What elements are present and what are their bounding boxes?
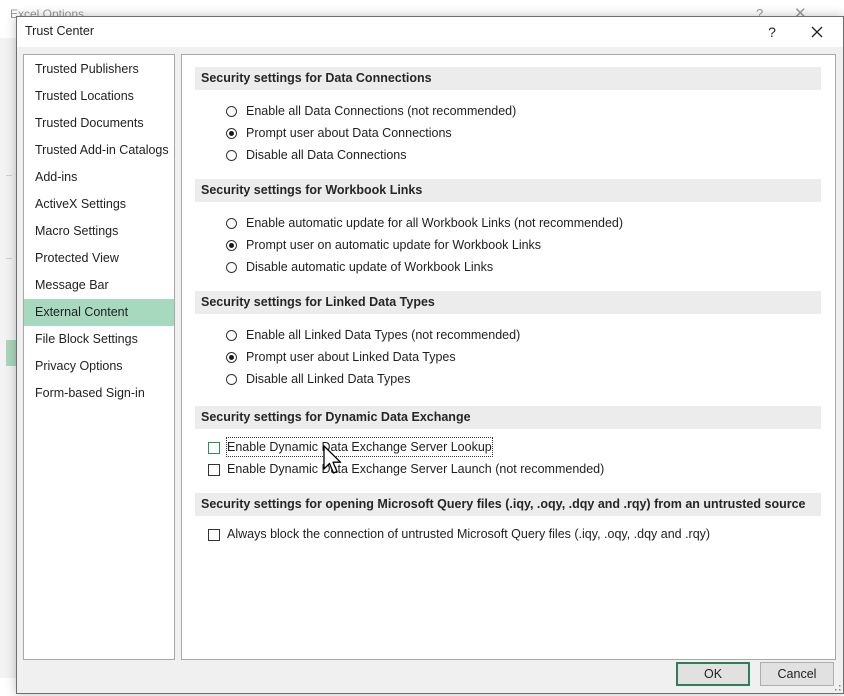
- section-header-workbook-links: Security settings for Workbook Links: [195, 179, 821, 202]
- checkbox-label-block-query-files[interactable]: Always block the connection of untrusted…: [227, 525, 710, 543]
- sidebar-item-protected-view[interactable]: Protected View: [24, 245, 174, 272]
- dialog-title: Trust Center: [25, 24, 95, 38]
- sidebar-item-external-content[interactable]: External Content: [24, 299, 174, 326]
- sidebar-item-form-based-sign-in[interactable]: Form-based Sign-in: [24, 380, 174, 407]
- radio-label-prompt-linked-data-types[interactable]: Prompt user about Linked Data Types: [246, 348, 456, 366]
- sidebar-item-message-bar[interactable]: Message Bar: [24, 272, 174, 299]
- radio-label-enable-linked-data-types[interactable]: Enable all Linked Data Types (not recomm…: [246, 326, 520, 344]
- ok-button[interactable]: OK: [676, 662, 750, 686]
- external-content-panel: Security settings for Data Connections E…: [181, 54, 836, 660]
- close-icon[interactable]: [805, 20, 829, 44]
- radio-disable-data-connections[interactable]: [226, 150, 237, 161]
- checkbox-dde-server-launch[interactable]: [208, 464, 220, 476]
- radio-label-disable-linked-data-types[interactable]: Disable all Linked Data Types: [246, 370, 410, 388]
- resize-grip-icon[interactable]: [835, 685, 841, 691]
- sidebar-item-add-ins[interactable]: Add-ins: [24, 164, 174, 191]
- background-selected-item: [6, 340, 16, 366]
- radio-label-enable-workbook-links[interactable]: Enable automatic update for all Workbook…: [246, 214, 623, 232]
- sidebar-item-file-block-settings[interactable]: File Block Settings: [24, 326, 174, 353]
- radio-enable-data-connections[interactable]: [226, 106, 237, 117]
- radio-label-disable-data-connections[interactable]: Disable all Data Connections: [246, 146, 407, 164]
- help-button[interactable]: ?: [761, 21, 783, 43]
- sidebar-item-trusted-locations[interactable]: Trusted Locations: [24, 83, 174, 110]
- dialog-titlebar: Trust Center ?: [17, 17, 843, 47]
- checkbox-label-dde-server-launch[interactable]: Enable Dynamic Data Exchange Server Laun…: [227, 460, 604, 478]
- radio-label-prompt-data-connections[interactable]: Prompt user about Data Connections: [246, 124, 452, 142]
- radio-prompt-linked-data-types[interactable]: [226, 352, 237, 363]
- cancel-button[interactable]: Cancel: [760, 662, 834, 686]
- sidebar-item-macro-settings[interactable]: Macro Settings: [24, 218, 174, 245]
- section-header-data-connections: Security settings for Data Connections: [195, 67, 821, 90]
- section-header-query-files: Security settings for opening Microsoft …: [195, 493, 821, 516]
- checkbox-dde-server-lookup[interactable]: [208, 442, 220, 454]
- radio-disable-linked-data-types[interactable]: [226, 374, 237, 385]
- sidebar-item-trusted-publishers[interactable]: Trusted Publishers: [24, 56, 174, 83]
- radio-label-enable-data-connections[interactable]: Enable all Data Connections (not recomme…: [246, 102, 516, 120]
- trust-center-dialog: Trust Center ? Trusted Publishers Truste…: [16, 16, 844, 694]
- sidebar-item-activex-settings[interactable]: ActiveX Settings: [24, 191, 174, 218]
- section-header-linked-data-types: Security settings for Linked Data Types: [195, 291, 821, 314]
- radio-label-prompt-workbook-links[interactable]: Prompt user on automatic update for Work…: [246, 236, 541, 254]
- radio-enable-workbook-links[interactable]: [226, 218, 237, 229]
- checkbox-label-dde-server-lookup[interactable]: Enable Dynamic Data Exchange Server Look…: [226, 437, 493, 457]
- radio-enable-linked-data-types[interactable]: [226, 330, 237, 341]
- radio-prompt-workbook-links[interactable]: [226, 240, 237, 251]
- mouse-pointer-icon: [323, 445, 342, 474]
- trust-center-sidebar: Trusted Publishers Trusted Locations Tru…: [23, 54, 175, 660]
- radio-disable-workbook-links[interactable]: [226, 262, 237, 273]
- sidebar-item-trusted-add-in-catalogs[interactable]: Trusted Add-in Catalogs: [24, 137, 174, 164]
- background-divider: [6, 258, 12, 259]
- radio-prompt-data-connections[interactable]: [226, 128, 237, 139]
- background-divider: [6, 175, 12, 176]
- checkbox-block-query-files[interactable]: [208, 529, 220, 541]
- section-header-dde: Security settings for Dynamic Data Excha…: [195, 406, 821, 429]
- sidebar-item-trusted-documents[interactable]: Trusted Documents: [24, 110, 174, 137]
- radio-label-disable-workbook-links[interactable]: Disable automatic update of Workbook Lin…: [246, 258, 493, 276]
- sidebar-item-privacy-options[interactable]: Privacy Options: [24, 353, 174, 380]
